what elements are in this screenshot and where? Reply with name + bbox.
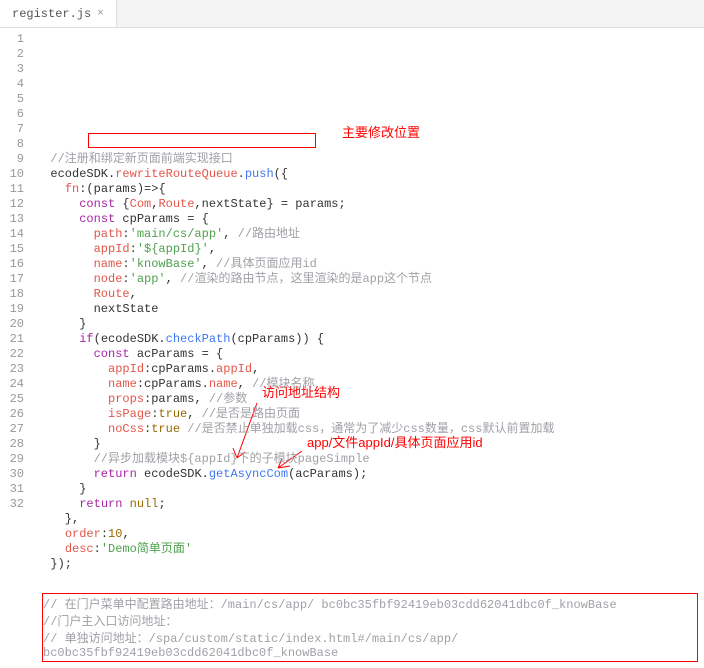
line-number: 24	[0, 377, 24, 392]
code-line: if(ecodeSDK.checkPath(cpParams)) {	[36, 332, 704, 347]
close-icon[interactable]: ×	[97, 8, 104, 20]
code-line: // 单独访问地址：/spa/custom/static/index.html#…	[43, 629, 697, 660]
code-line: // 在门户菜单中配置路由地址：/main/cs/app/ bc0bc35fbf…	[43, 595, 697, 612]
line-number: 28	[0, 437, 24, 452]
line-number: 19	[0, 302, 24, 317]
line-number: 15	[0, 242, 24, 257]
code-line: return null;	[36, 497, 704, 512]
code-line: name:cpParams.name, //模块名称	[36, 377, 704, 392]
line-number: 32	[0, 497, 24, 512]
line-number: 27	[0, 422, 24, 437]
code-line: const cpParams = {	[36, 212, 704, 227]
code-line: name:'knowBase', //具体页面应用id	[36, 257, 704, 272]
editor: 1234567891011121314151617181920212223242…	[0, 28, 704, 591]
code-line: props:params, //参数	[36, 392, 704, 407]
code-line: nextState	[36, 302, 704, 317]
line-number: 16	[0, 257, 24, 272]
line-number: 26	[0, 407, 24, 422]
code-line: fn:(params)=>{	[36, 182, 704, 197]
code-line: const acParams = {	[36, 347, 704, 362]
code-line: isPage:true, //是否是路由页面	[36, 407, 704, 422]
code-line: },	[36, 512, 704, 527]
line-number: 23	[0, 362, 24, 377]
line-number: 30	[0, 467, 24, 482]
code-line: }	[36, 482, 704, 497]
line-number: 31	[0, 482, 24, 497]
line-number: 17	[0, 272, 24, 287]
code-line: order:10,	[36, 527, 704, 542]
highlight-box-line8	[88, 133, 316, 148]
tab-register-js[interactable]: register.js ×	[0, 0, 117, 27]
code-line: Route,	[36, 287, 704, 302]
line-number: 9	[0, 152, 24, 167]
code-line: appId:'${appId}',	[36, 242, 704, 257]
line-number: 14	[0, 227, 24, 242]
line-number: 22	[0, 347, 24, 362]
line-number: 4	[0, 77, 24, 92]
code-line: noCss:true //是否禁止单独加载css，通常为了减少css数量，css…	[36, 422, 704, 437]
code-line: appId:cpParams.appId,	[36, 362, 704, 377]
code-line: //异步加载模块${appId}下的子模块pageSimple	[36, 452, 704, 467]
tab-label: register.js	[12, 7, 91, 21]
line-number: 10	[0, 167, 24, 182]
footer-url-box: // 在门户菜单中配置路由地址：/main/cs/app/ bc0bc35fbf…	[42, 593, 698, 662]
code-line: path:'main/cs/app', //路由地址	[36, 227, 704, 242]
line-number: 18	[0, 287, 24, 302]
line-number: 21	[0, 332, 24, 347]
line-number: 29	[0, 452, 24, 467]
code-line: ecodeSDK.rewriteRouteQueue.push({	[36, 167, 704, 182]
code-line: //门户主入口访问地址：	[43, 612, 697, 629]
line-number: 2	[0, 47, 24, 62]
line-number: 25	[0, 392, 24, 407]
code-line: node:'app', //渲染的路由节点，这里渲染的是app这个节点	[36, 272, 704, 287]
callout-main-modify: 主要修改位置	[342, 125, 420, 140]
line-number: 7	[0, 122, 24, 137]
code-line	[36, 572, 704, 587]
code-line: }	[36, 317, 704, 332]
code-line: const {Com,Route,nextState} = params;	[36, 197, 704, 212]
code-area[interactable]: 主要修改位置 访问地址结构 app/文件appId/具体页面应用id //注册和…	[32, 28, 704, 591]
line-number: 5	[0, 92, 24, 107]
line-number: 20	[0, 317, 24, 332]
line-number: 3	[0, 62, 24, 77]
line-number: 6	[0, 107, 24, 122]
line-number: 1	[0, 32, 24, 47]
code-line: return ecodeSDK.getAsyncCom(acParams);	[36, 467, 704, 482]
line-number: 8	[0, 137, 24, 152]
line-number: 11	[0, 182, 24, 197]
code-line: });	[36, 557, 704, 572]
line-gutter: 1234567891011121314151617181920212223242…	[0, 28, 32, 591]
code-line: desc:'Demo简单页面'	[36, 542, 704, 557]
tab-bar: register.js ×	[0, 0, 704, 28]
code-line: }	[36, 437, 704, 452]
line-number: 12	[0, 197, 24, 212]
code-line: //注册和绑定新页面前端实现接口	[36, 152, 704, 167]
line-number: 13	[0, 212, 24, 227]
